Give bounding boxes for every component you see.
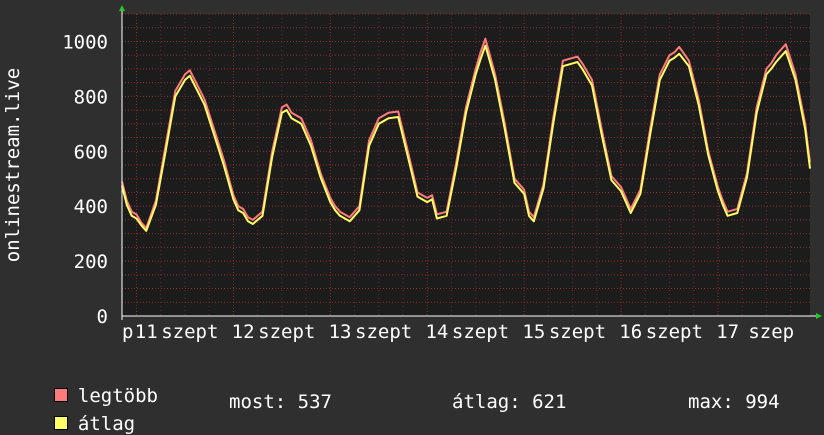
legend-avg: átlag [31,391,135,435]
legend-avg-label: átlag [77,413,136,435]
y-tick-label: 1000 [62,31,108,53]
y-tick-label: 600 [74,141,108,163]
x-tick-label: 16 [619,321,642,343]
x-axis-arrow [816,313,822,319]
x-tick-label: szept [452,321,509,343]
x-tick-label: 12 [232,321,255,343]
x-tick-label: szept [549,321,606,343]
x-tick-label: p [122,321,133,343]
y-axis-arrow [119,5,125,11]
y-tick-label: 0 [97,306,108,328]
stat-average: átlag: 621 [452,391,567,413]
x-tick-label: 11 [135,321,158,343]
stat-current: most: 537 [229,391,332,413]
x-tick-label: szept [161,321,218,343]
stat-maximum: max: 994 [688,391,780,413]
x-tick-label: 17 [716,321,739,343]
legend-avg-swatch [53,415,68,430]
x-tick-label: szep [748,321,794,343]
y-axis-label: onlinestream.live [2,68,24,262]
y-tick-label: 800 [74,86,108,108]
x-tick-label: 14 [425,321,448,343]
x-tick-label: szept [646,321,703,343]
x-tick-label: szept [258,321,315,343]
x-tick-label: 13 [329,321,352,343]
y-tick-labels: 0 200 400 600 800 1000 [62,31,108,328]
x-tick-label: 15 [522,321,545,343]
x-tick-labels: p 11 szept 12 szept 13 szept 14 szept 15 szept 16 sz… [122,321,794,343]
y-tick-label: 400 [74,196,108,218]
y-tick-label: 200 [74,251,108,273]
x-tick-label: szept [355,321,412,343]
